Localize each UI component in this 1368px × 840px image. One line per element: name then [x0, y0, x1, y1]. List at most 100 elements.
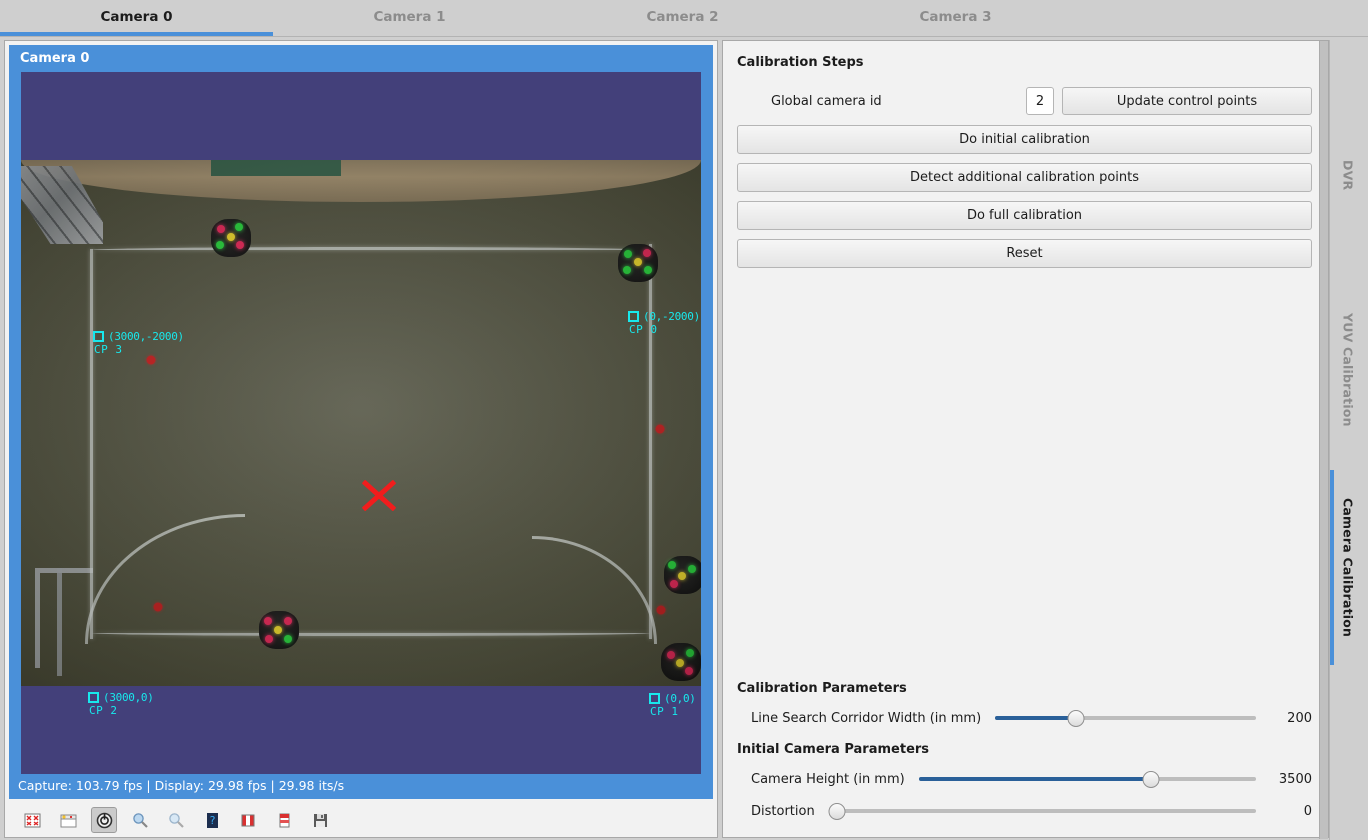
camera-status-bar: Capture: 103.79 fps | Display: 29.98 fps… — [18, 778, 345, 793]
vertical-tab-yuv-calibration[interactable]: YUV Calibration — [1330, 290, 1366, 450]
control-point-coord: (0,-2000) — [643, 310, 700, 323]
camera-panel: Camera 0 (0,-2000) CP 0 (3000,-2000) CP … — [9, 45, 713, 799]
slider-track — [828, 809, 1256, 813]
distortion-slider[interactable] — [828, 801, 1256, 821]
control-point-handle-icon[interactable] — [628, 311, 639, 322]
control-point-label: CP 1 — [650, 705, 679, 718]
field-line-top — [92, 246, 650, 250]
update-control-points-button[interactable]: Update control points — [1062, 87, 1312, 115]
zoom-in-icon[interactable] — [127, 807, 153, 833]
distortion-row: Distortion 0 — [737, 795, 1312, 827]
field-line-bottom — [92, 633, 650, 637]
robot — [259, 611, 299, 649]
control-point-cp1[interactable]: (0,0) CP 1 — [649, 692, 696, 718]
control-point-handle-icon[interactable] — [93, 331, 104, 342]
properties-scrollbar[interactable] — [1319, 41, 1328, 839]
camera-panel-title: Camera 0 — [20, 51, 90, 66]
tab-bar-divider — [0, 36, 1368, 37]
distortion-value: 0 — [1303, 803, 1312, 819]
power-icon[interactable] — [91, 807, 117, 833]
slider-fill — [995, 716, 1077, 720]
histogram-icon[interactable] — [271, 807, 297, 833]
tab-camera-0-label: Camera 0 — [100, 8, 173, 25]
do-full-calibration-button[interactable]: Do full calibration — [737, 201, 1312, 230]
vertical-tab-yuv-calibration-label: YUV Calibration — [1340, 313, 1356, 427]
calibration-steps-title: Calibration Steps — [737, 55, 864, 70]
field-arc-left — [84, 513, 245, 644]
slider-handle[interactable] — [828, 802, 846, 820]
global-camera-id-label: Global camera id — [771, 93, 882, 109]
tab-camera-2-label: Camera 2 — [646, 8, 719, 25]
reset-button[interactable]: Reset — [737, 239, 1312, 268]
tab-camera-3[interactable]: Camera 3 — [819, 0, 1092, 33]
robot — [618, 244, 658, 282]
field-line-left — [90, 249, 94, 639]
camera-height-slider[interactable] — [918, 769, 1256, 789]
arena-green-patch — [211, 160, 341, 176]
svg-text:?: ? — [209, 814, 215, 827]
global-camera-id-row: Global camera id 2 Update control points — [737, 86, 1312, 116]
vertical-tab-dvr-label: DVR — [1340, 159, 1356, 191]
tab-camera-0[interactable]: Camera 0 — [0, 0, 273, 36]
vertical-tab-strip: DVR YUV Calibration Camera Calibration — [1329, 40, 1365, 840]
line-search-corridor-width-slider[interactable] — [995, 708, 1256, 728]
camera-tab-bar: Camera 0 Camera 1 Camera 2 Camera 3 — [0, 0, 1368, 36]
camera-height-row: Camera Height (in mm) 3500 — [737, 763, 1312, 795]
camera-toolbar: ? — [5, 803, 717, 837]
camera-image: (0,-2000) CP 0 (3000,-2000) CP 3 (3000,0… — [21, 72, 701, 774]
tab-camera-3-label: Camera 3 — [919, 8, 992, 25]
camera-video-view[interactable]: (0,-2000) CP 0 (3000,-2000) CP 3 (3000,0… — [21, 72, 701, 774]
slider-handle[interactable] — [1067, 709, 1085, 727]
vertical-tab-dvr[interactable]: DVR — [1330, 135, 1366, 215]
global-camera-id-input[interactable]: 2 — [1026, 87, 1054, 115]
calibration-parameters-title: Calibration Parameters — [737, 681, 907, 696]
field-line-right — [649, 244, 653, 639]
goal-frame — [35, 568, 93, 668]
zoom-out-icon[interactable] — [163, 807, 189, 833]
properties-scrollbar-thumb[interactable] — [1319, 41, 1328, 839]
control-point-label: CP 0 — [629, 323, 658, 336]
control-point-label: CP 3 — [94, 343, 123, 356]
line-search-corridor-width-row: Line Search Corridor Width (in mm) 200 — [737, 702, 1312, 734]
robot — [211, 219, 251, 257]
right-dock: Calibration Steps Global camera id 2 Upd… — [722, 40, 1368, 840]
camera-dock: Camera 0 (0,-2000) CP 0 (3000,-2000) CP … — [4, 40, 718, 838]
arena-wood-border — [21, 160, 701, 202]
camera-height-value: 3500 — [1278, 771, 1312, 787]
ball — [655, 424, 665, 434]
control-point-cp3[interactable]: (3000,-2000) CP 3 — [93, 330, 184, 356]
control-point-label: CP 2 — [89, 704, 118, 717]
tab-camera-2[interactable]: Camera 2 — [546, 0, 819, 33]
help-icon[interactable]: ? — [199, 807, 225, 833]
line-search-corridor-width-value: 200 — [1287, 710, 1312, 726]
control-point-cp0[interactable]: (0,-2000) CP 0 — [628, 310, 700, 336]
goal-post — [57, 568, 62, 676]
letterbox-top — [21, 72, 701, 160]
panel-spacer — [737, 277, 1312, 681]
control-point-coord: (0,0) — [664, 692, 696, 705]
camera-calibration-properties: Calibration Steps Global camera id 2 Upd… — [722, 40, 1329, 839]
vertical-tab-camera-calibration[interactable]: Camera Calibration — [1330, 470, 1366, 665]
robot — [661, 643, 701, 681]
ball — [146, 355, 156, 365]
do-initial-calibration-button[interactable]: Do initial calibration — [737, 125, 1312, 154]
control-point-handle-icon[interactable] — [649, 693, 660, 704]
field-photo — [21, 160, 701, 686]
ceiling-truss — [21, 166, 103, 244]
control-point-coord: (3000,-2000) — [108, 330, 184, 343]
slider-fill — [918, 777, 1152, 781]
camera-height-label: Camera Height (in mm) — [751, 771, 905, 787]
color-bars-icon[interactable] — [235, 807, 261, 833]
application-window: Camera 0 Camera 1 Camera 2 Camera 3 Came… — [0, 0, 1368, 840]
tab-camera-1[interactable]: Camera 1 — [273, 0, 546, 33]
control-point-coord: (3000,0) — [103, 691, 154, 704]
detect-additional-calibration-points-button[interactable]: Detect additional calibration points — [737, 163, 1312, 192]
control-point-cp2[interactable]: (3000,0) CP 2 — [88, 691, 154, 717]
control-point-handle-icon[interactable] — [88, 692, 99, 703]
line-search-corridor-width-label: Line Search Corridor Width (in mm) — [751, 710, 982, 726]
save-icon[interactable] — [307, 807, 333, 833]
window-icon[interactable] — [55, 807, 81, 833]
slider-handle[interactable] — [1142, 770, 1160, 788]
robot — [664, 556, 701, 594]
fullscreen-icon[interactable] — [19, 807, 45, 833]
